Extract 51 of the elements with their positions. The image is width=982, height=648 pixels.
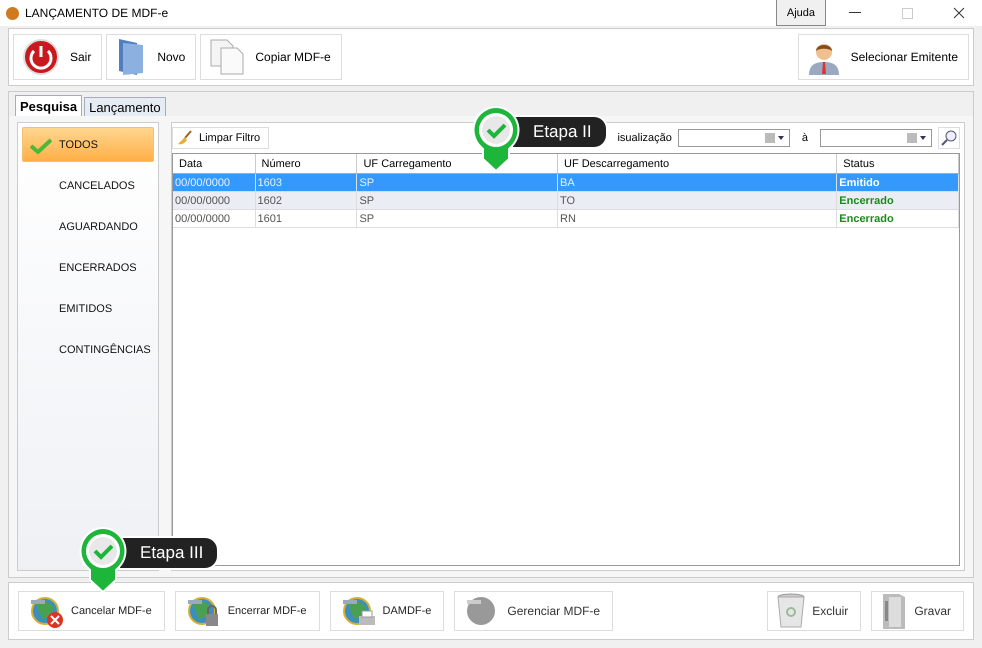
clear-filter-button[interactable]: Limpar Filtro — [172, 127, 270, 149]
table-cell: SP — [356, 174, 558, 192]
filter-item[interactable]: AGUARDANDO — [22, 209, 154, 244]
table-cell: Emitido — [836, 174, 958, 192]
table-cell: RN — [558, 210, 837, 228]
table-cell: 1603 — [255, 174, 357, 192]
search-button[interactable] — [938, 127, 960, 149]
filter-item[interactable]: ENCERRADOS — [22, 250, 154, 285]
action-button[interactable]: DAMDF-e — [330, 591, 444, 631]
table-cell: SP — [356, 210, 558, 228]
calendar-dropdown-icon[interactable] — [764, 133, 785, 143]
calendar-dropdown-icon[interactable] — [907, 133, 927, 143]
window-title: LANÇAMENTO DE MDF-e — [25, 6, 168, 20]
tab[interactable]: Pesquisa — [15, 95, 82, 116]
table-row[interactable]: 00/00/0000 1601 SP RN Encerrado — [173, 210, 958, 228]
table-cell: 1601 — [255, 210, 357, 228]
action-button[interactable]: Encerrar MDF-e — [174, 591, 320, 631]
broom-icon — [177, 130, 193, 146]
table-cell: BA — [558, 174, 837, 192]
table-cell: SP — [356, 192, 558, 210]
power-icon — [22, 38, 60, 76]
range-separator: à — [802, 132, 808, 144]
table-cell: Encerrado — [836, 192, 958, 210]
date-field[interactable] — [678, 129, 790, 147]
help-button[interactable]: Ajuda — [776, 0, 826, 26]
tab[interactable]: Lançamento — [84, 97, 166, 116]
toolbar-button[interactable]: Sair — [13, 34, 102, 80]
toolbar-button[interactable]: Copiar MDF-e — [200, 34, 342, 80]
filter-item[interactable]: CONTINGÊNCIAS — [22, 332, 154, 367]
table-cell: 00/00/0000 — [173, 210, 256, 228]
table-cell: 00/00/0000 — [173, 192, 256, 210]
table-cell: TO — [558, 192, 837, 210]
search-icon — [941, 130, 957, 146]
step-label: Etapa III — [118, 536, 220, 570]
check-icon — [30, 138, 52, 154]
filter-item[interactable]: CANCELADOS — [22, 168, 154, 203]
table-cell: Encerrado — [836, 210, 958, 228]
table-row[interactable]: 00/00/0000 1602 SP TO Encerrado — [173, 192, 958, 210]
date-field[interactable] — [820, 129, 932, 147]
date-label: isualização — [617, 132, 672, 144]
step-label: Etapa II — [511, 115, 608, 149]
copy-icon — [209, 38, 246, 76]
filter-item[interactable]: EMITIDOS — [22, 291, 154, 326]
toolbar-button[interactable]: Novo — [106, 34, 196, 80]
table-cell: 1602 — [255, 192, 357, 210]
action-button[interactable]: Cancelar MDF-e — [18, 591, 165, 631]
filter-item[interactable]: TODOS — [22, 127, 154, 162]
trash-icon — [776, 592, 806, 630]
toolbar-button[interactable]: Selecionar Emitente — [798, 34, 969, 80]
app-icon — [6, 6, 19, 20]
table-cell: 00/00/0000 — [173, 174, 256, 192]
